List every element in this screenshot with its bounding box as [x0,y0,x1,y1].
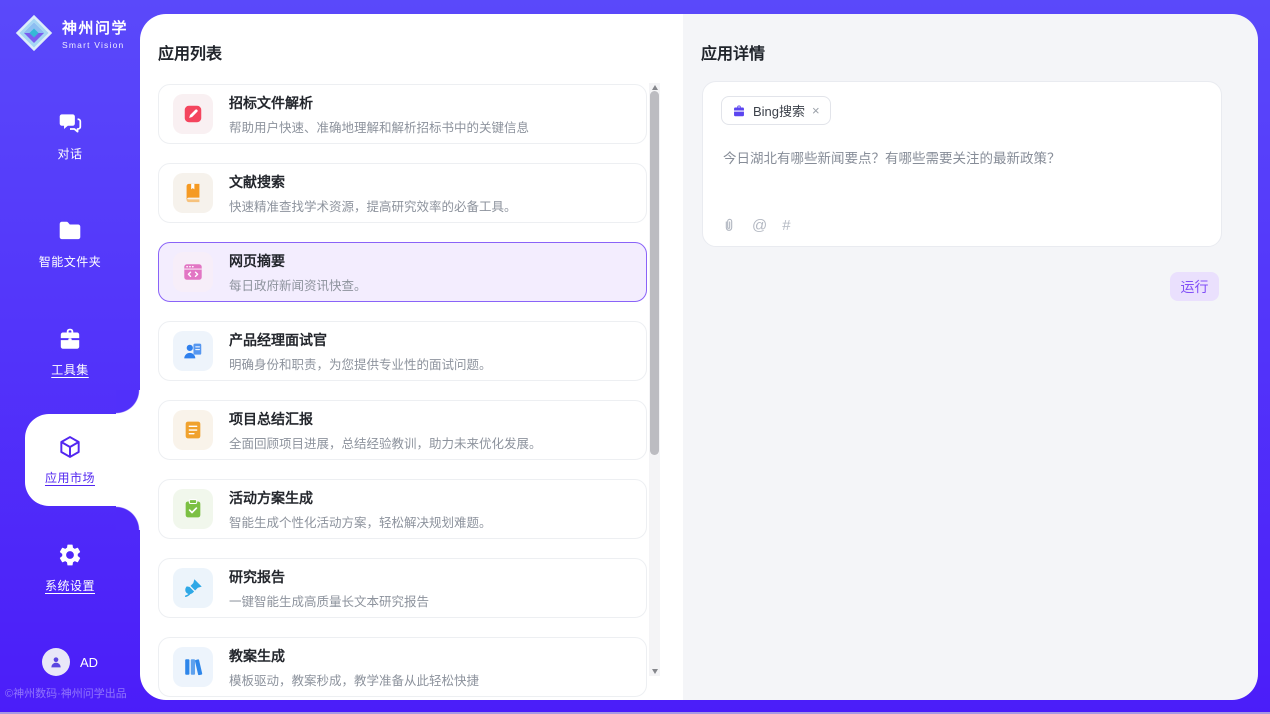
user-initials: AD [80,655,98,670]
app-detail-title: 应用详情 [701,40,765,64]
app-card-web-summary[interactable]: 网页摘要 每日政府新闻资讯快查。 [158,242,647,302]
sidebar-nav: 对话 智能文件夹 工具集 应用市场 系统设置 [0,82,140,622]
app-card-pm-interviewer[interactable]: 产品经理面试官 明确身份和职责，为您提供专业性的面试问题。 [158,321,647,381]
close-icon[interactable]: × [812,104,820,117]
app-list: 招标文件解析 帮助用户快速、准确地理解和解析招标书中的关键信息 文献搜索 快速精… [158,84,647,700]
app-description: 明确身份和职责，为您提供专业性的面试问题。 [229,354,492,373]
hashtag-icon[interactable]: # [782,218,790,233]
user-chip[interactable]: AD [0,648,140,676]
content-container: 应用列表 招标文件解析 帮助用户快速、准确地理解和解析招标书中的关键信息 文献搜… [140,14,1258,700]
app-logo: 神州问学 Smart Vision [14,13,128,53]
chat-icon [57,110,83,136]
app-card-project-summary[interactable]: 项目总结汇报 全面回顾项目进展，总结经验教训，助力未来优化发展。 [158,400,647,460]
app-description: 帮助用户快速、准确地理解和解析招标书中的关键信息 [229,117,529,136]
scroll-down-icon[interactable] [649,667,660,676]
sidebar-item-label: 系统设置 [45,577,95,594]
avatar [42,648,70,676]
app-name: 教案生成 [229,646,479,666]
sidebar-item-label: 智能文件夹 [39,253,102,270]
app-description: 快速精准查找学术资源，提高研究效率的必备工具。 [229,196,517,215]
report-note-icon [173,410,213,450]
app-name: 招标文件解析 [229,93,529,113]
scrollbar[interactable] [649,83,660,676]
query-input[interactable]: 今日湖北有哪些新闻要点？有哪些需要关注的最新政策？ [723,149,1201,169]
app-description: 每日政府新闻资讯快查。 [229,275,367,294]
paperclip-icon[interactable] [721,217,737,233]
mention-icon[interactable]: @ [752,218,767,233]
folder-icon [57,218,83,244]
toolbox-icon [57,326,83,352]
tool-chip-bing-search[interactable]: Bing搜索 × [721,96,831,125]
active-bump-top-fillet [116,390,140,414]
app-description: 全面回顾项目进展，总结经验教训，助力未来优化发展。 [229,433,542,452]
cube-icon [57,434,83,460]
app-name: 活动方案生成 [229,488,492,508]
tool-chip-label: Bing搜索 [753,101,805,120]
sidebar-item-label: 应用市场 [45,469,95,486]
sidebar: 神州问学 Smart Vision 对话 智能文件夹 工具集 应用市场 系统设置 [0,0,140,714]
app-card-literature-search[interactable]: 文献搜索 快速精准查找学术资源，提高研究效率的必备工具。 [158,163,647,223]
app-description: 一键智能生成高质量长文本研究报告 [229,591,429,610]
app-name: 产品经理面试官 [229,330,492,350]
gear-icon [57,542,83,568]
book-icon [173,173,213,213]
sidebar-item-smart-folder[interactable]: 智能文件夹 [0,190,140,298]
briefcase-icon [732,104,746,118]
app-name: 研究报告 [229,567,429,587]
app-description: 智能生成个性化活动方案，轻松解决规划难题。 [229,512,492,531]
books-icon [173,647,213,687]
interviewer-icon [173,331,213,371]
app-description: 模板驱动，教案秒成，教学准备从此轻松快捷 [229,670,479,689]
clipboard-check-icon [173,489,213,529]
app-list-panel: 应用列表 招标文件解析 帮助用户快速、准确地理解和解析招标书中的关键信息 文献搜… [140,14,683,700]
app-name: 项目总结汇报 [229,409,542,429]
composer-toolbar: @# [721,217,791,233]
sidebar-item-system-settings[interactable]: 系统设置 [0,514,140,622]
research-pen-icon [173,568,213,608]
app-detail-panel: 应用详情 Bing搜索 × 今日湖北有哪些新闻要点？有哪些需要关注的最新政策？ … [683,14,1258,700]
app-name: 文献搜索 [229,172,517,192]
document-edit-icon [173,94,213,134]
scrollbar-thumb[interactable] [650,91,659,455]
run-button[interactable]: 运行 [1170,272,1219,301]
sidebar-item-chat[interactable]: 对话 [0,82,140,190]
app-card-event-plan[interactable]: 活动方案生成 智能生成个性化活动方案，轻松解决规划难题。 [158,479,647,539]
app-card-research-report[interactable]: 研究报告 一键智能生成高质量长文本研究报告 [158,558,647,618]
browser-code-icon [173,252,213,292]
app-list-title: 应用列表 [158,40,222,64]
sidebar-item-app-market[interactable]: 应用市场 [0,406,140,514]
sidebar-item-label: 工具集 [51,361,89,378]
app-name: 网页摘要 [229,251,367,271]
logo-subtitle: Smart Vision [62,40,128,50]
app-card-bid-document-parse[interactable]: 招标文件解析 帮助用户快速、准确地理解和解析招标书中的关键信息 [158,84,647,144]
composer-card: Bing搜索 × 今日湖北有哪些新闻要点？有哪些需要关注的最新政策？ @# [702,81,1222,247]
copyright-text: ©神州数码·神州问学出品 [5,685,127,701]
app-card-lesson-plan[interactable]: 教案生成 模板驱动，教案秒成，教学准备从此轻松快捷 [158,637,647,697]
logo-diamond-icon [14,13,54,53]
sidebar-item-label: 对话 [57,145,82,162]
user-icon [48,654,64,670]
logo-title: 神州问学 [62,17,128,38]
